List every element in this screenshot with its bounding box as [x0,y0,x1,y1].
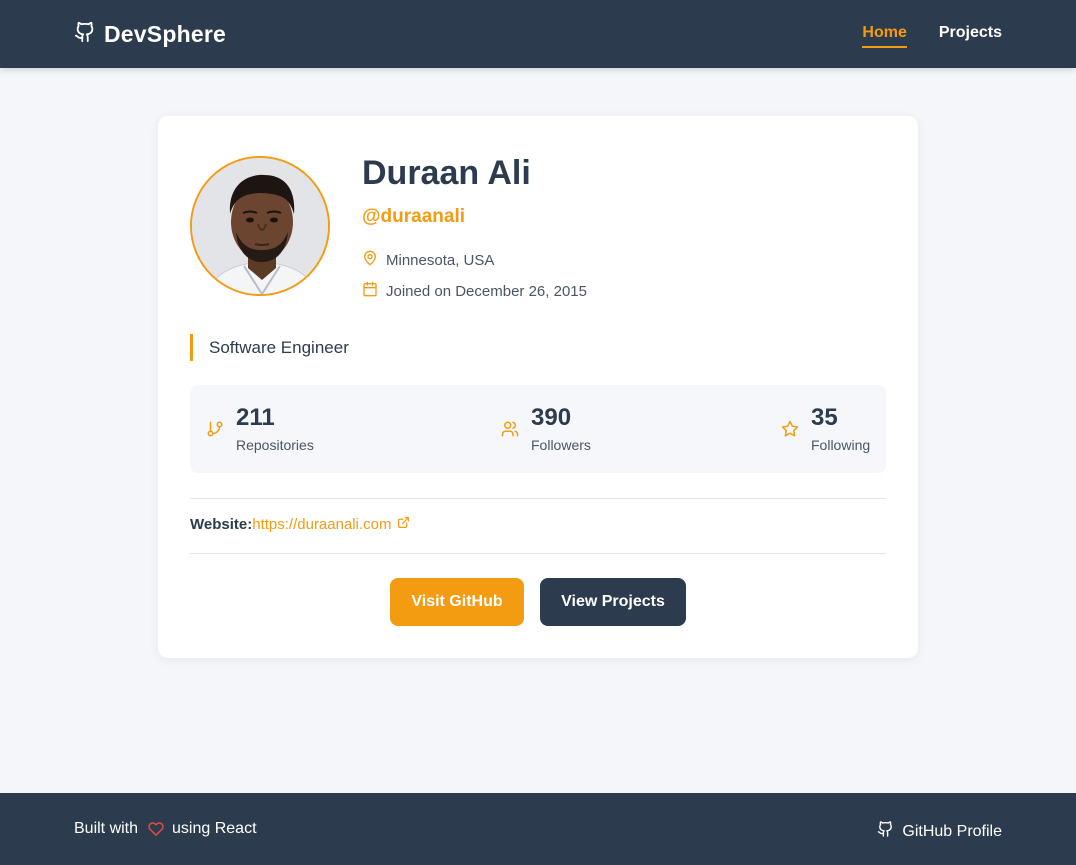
website-label: Website: [190,516,253,533]
built-prefix: Built with [74,820,139,837]
star-icon [781,420,799,453]
nav-link-projects[interactable]: Projects [939,24,1002,48]
github-icon [74,20,96,49]
stat-repositories-label: Repositories [236,437,314,453]
built-suffix: using React [172,820,257,837]
stat-following-value: 35 [811,404,838,431]
brand-logo-link[interactable]: DevSphere [74,20,226,48]
divider [190,498,886,499]
joined-row: Joined on December 26, 2015 [362,281,587,301]
external-link-icon[interactable] [397,516,410,533]
nav-link-home[interactable]: Home [862,24,907,48]
stat-following: 35 Following [781,403,870,453]
stat-followers-label: Followers [531,437,591,453]
stat-repositories-value: 211 [236,404,275,431]
location-row: Minnesota, USA [362,250,494,270]
top-navbar: DevSphere Home Projects [0,0,1076,68]
profile-card: Duraan Ali @duraanali Minnesota, USA Joi… [158,116,918,658]
location-pin-icon [362,250,378,270]
profile-name: Duraan Ali [362,154,531,192]
divider [190,553,886,554]
profile-username: @duraanali [362,206,465,227]
visit-github-button[interactable]: Visit GitHub [390,578,524,626]
website-row: Website: https://duraanali.com [190,516,410,533]
profile-bio: Software Engineer [190,334,349,361]
location-text: Minnesota, USA [386,251,495,269]
users-icon [501,420,519,453]
git-branch-icon [206,420,224,453]
view-projects-button[interactable]: View Projects [540,578,686,626]
stats-panel: 211 Repositories 390 Followers 35 Follow… [190,385,886,473]
stat-repositories: 211 Repositories [206,403,314,453]
brand-name: DevSphere [104,20,226,47]
built-with-text: Built with using React [74,820,257,838]
main-nav: Home Projects [862,24,1002,48]
website-link[interactable]: https://duraanali.com [252,516,391,533]
github-icon [877,820,894,843]
stat-following-label: Following [811,437,871,453]
avatar [190,156,330,296]
heart-icon [148,821,164,837]
joined-text: Joined on December 26, 2015 [386,282,587,300]
stat-followers: 390 Followers [501,403,591,453]
footer: Built with using React GitHub Profile [0,793,1076,865]
github-profile-link[interactable]: GitHub Profile [877,820,1002,843]
calendar-icon [362,281,378,301]
stat-followers-value: 390 [531,404,572,431]
github-profile-label: GitHub Profile [902,822,1002,840]
